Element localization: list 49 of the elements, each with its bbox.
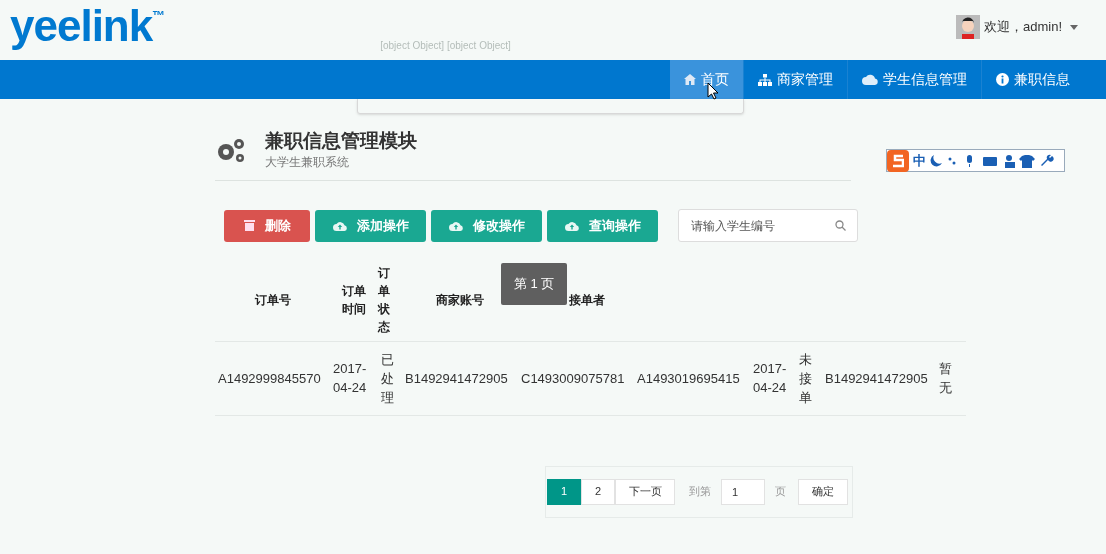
- action-button[interactable]: 修改操作: [431, 209, 542, 242]
- home-icon: [684, 74, 696, 85]
- action-button[interactable]: 查询操作: [547, 209, 658, 242]
- confirm-button[interactable]: 确定: [798, 478, 848, 505]
- cloud-upload-icon: [448, 220, 463, 231]
- table-cell: 未接单: [796, 341, 822, 415]
- cloud-icon: [862, 74, 878, 85]
- goto-label: 到第: [689, 484, 711, 500]
- search-icon[interactable]: [835, 220, 846, 231]
- page-button[interactable]: 1: [547, 478, 581, 505]
- action-button[interactable]: 删除: [224, 209, 310, 242]
- table-cell: B1492941472905: [822, 341, 936, 415]
- column-header: 接单者: [569, 293, 605, 308]
- table-cell: 已处理: [378, 341, 402, 415]
- trademark-mark: ™: [152, 7, 166, 23]
- column-header: 订单时间: [341, 283, 367, 319]
- page-input[interactable]: 1: [721, 478, 765, 505]
- trash-icon: [243, 220, 255, 231]
- page-tooltip: 第 1 页: [501, 263, 567, 305]
- logo: yeelink: [10, 4, 153, 48]
- table-cell: B1492941472905: [402, 341, 518, 415]
- debug-text: [object Object] [object Object]: [380, 39, 511, 53]
- column-header: 商家账号: [436, 293, 484, 308]
- cloud-upload-icon: [332, 220, 347, 231]
- nav-tab[interactable]: 商家管理: [743, 60, 847, 99]
- page-unit-label: 页: [775, 484, 786, 500]
- action-button[interactable]: 添加操作: [315, 209, 426, 242]
- table-cell: C1493009075781: [518, 341, 634, 415]
- table-cell: A1493019695415: [634, 341, 750, 415]
- page-button[interactable]: 2: [581, 478, 615, 505]
- table-cell: 暂无: [936, 341, 966, 415]
- search-field[interactable]: 请输入学生编号: [678, 209, 858, 242]
- avatar-icon: [955, 15, 980, 39]
- next-page-button[interactable]: 下一页: [615, 478, 675, 505]
- module-title: 兼职信息管理模块: [265, 129, 417, 153]
- table-cell: 2017-04-24: [330, 341, 378, 415]
- sitemap-icon: [758, 73, 772, 86]
- ime-mode[interactable]: 中: [913, 150, 926, 171]
- nav-tab[interactable]: 学生信息管理: [847, 60, 981, 99]
- module-subtitle: 大学生兼职系统: [265, 154, 350, 171]
- caret-icon[interactable]: [1070, 24, 1078, 30]
- table-cell: 2017-04-24: [750, 341, 796, 415]
- nav-tab[interactable]: 兼职信息: [981, 60, 1084, 99]
- table-cell: A1492999845570: [215, 341, 330, 415]
- cloud-upload-icon: [564, 220, 579, 231]
- column-header: 订单状态: [378, 265, 390, 337]
- column-header: 订单号: [254, 293, 291, 308]
- info-icon: [996, 73, 1009, 86]
- user-greeting[interactable]: 欢迎，admin!: [983, 17, 1062, 37]
